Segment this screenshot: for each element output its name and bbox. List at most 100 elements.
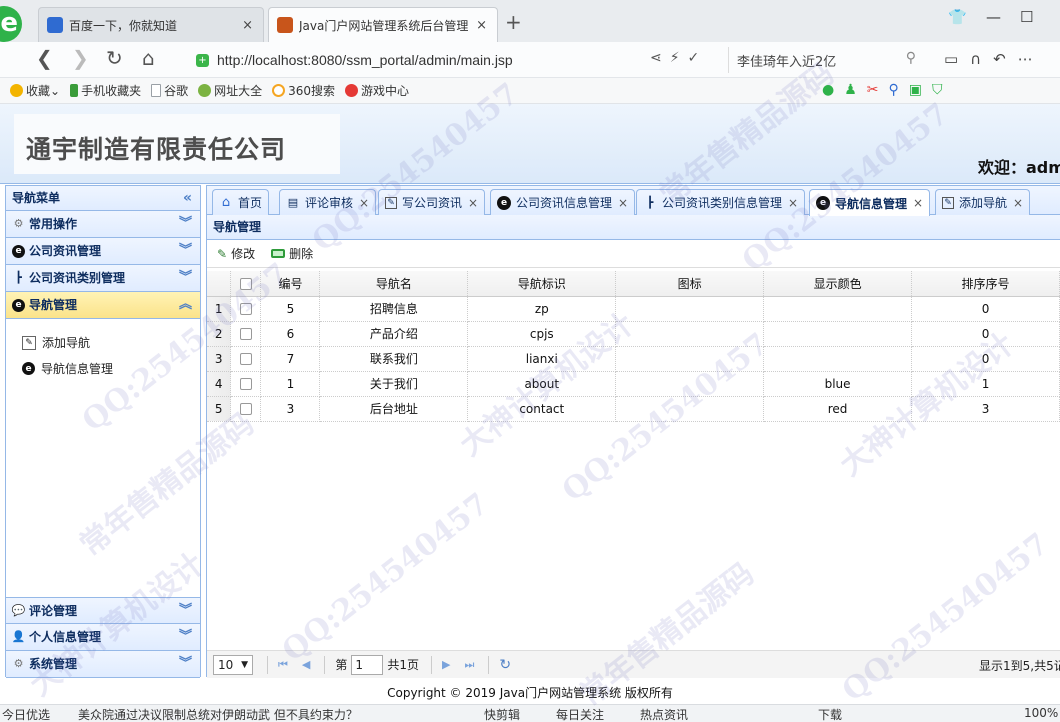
toolbar-icons[interactable]: ▭∩↶⋯ bbox=[944, 50, 1045, 68]
prev-page-icon[interactable]: ◀ bbox=[302, 658, 310, 671]
minimize-icon[interactable]: — bbox=[986, 8, 1001, 26]
row-checkbox[interactable] bbox=[239, 328, 252, 340]
maximize-icon[interactable]: ☐ bbox=[1020, 8, 1033, 26]
select-all-header[interactable] bbox=[230, 271, 262, 297]
bookmark-games[interactable]: 游戏中心 bbox=[345, 82, 409, 99]
row-checkbox[interactable] bbox=[239, 403, 252, 415]
page-number-input[interactable]: 1 bbox=[351, 654, 384, 675]
column-header[interactable]: 编号 bbox=[260, 271, 321, 297]
collapse-left-icon[interactable]: « bbox=[183, 186, 192, 210]
sidebar-item-nav-info[interactable]: e 导航信息管理 bbox=[22, 360, 113, 377]
menu-group-comments[interactable]: 💬 评论管理 ︾ bbox=[6, 597, 200, 624]
column-header[interactable]: 导航名 bbox=[319, 271, 469, 297]
reload-icon[interactable]: ↻ bbox=[106, 46, 123, 70]
tab-nav-info[interactable]: e 导航信息管理 × bbox=[809, 189, 931, 216]
delete-button-label: 删除 bbox=[289, 247, 314, 261]
cell-id: 1 bbox=[260, 371, 321, 397]
tab-comment-review[interactable]: ▤ 评论审核 × bbox=[279, 189, 377, 215]
search-input[interactable]: 李佳琦年入近2亿 ⚲ bbox=[728, 47, 924, 73]
rownum-header bbox=[207, 271, 232, 297]
bookmark-google[interactable]: 谷歌 bbox=[151, 82, 188, 99]
close-icon[interactable]: × bbox=[788, 196, 798, 210]
row-select[interactable] bbox=[230, 396, 262, 422]
status-item-hot[interactable]: 热点资讯 bbox=[640, 706, 688, 722]
column-header[interactable]: 导航标识 bbox=[467, 271, 617, 297]
chevron-down-icon[interactable]: ︾ bbox=[179, 624, 192, 650]
url-text[interactable]: http://localhost:8080/ssm_portal/admin/m… bbox=[217, 52, 513, 68]
table-row[interactable]: 3 7 联系我们 lianxi 0 bbox=[207, 346, 1060, 372]
tab-news-info[interactable]: e 公司资讯信息管理 × bbox=[490, 189, 636, 215]
browser-tab-admin[interactable]: Java门户网站管理系统后台管理 × bbox=[268, 7, 498, 42]
shirt-icon[interactable]: 👕 bbox=[948, 8, 967, 26]
search-icon[interactable]: ⚲ bbox=[906, 50, 916, 66]
menu-group-system[interactable]: ⚙ 系统管理 ︾ bbox=[6, 651, 200, 678]
last-page-icon[interactable]: ⏭ bbox=[465, 658, 475, 672]
share-icon[interactable]: ⋖⚡✓ bbox=[650, 50, 707, 66]
row-checkbox[interactable] bbox=[239, 353, 252, 365]
select-all-checkbox[interactable] bbox=[239, 277, 252, 290]
next-page-icon[interactable]: ▶ bbox=[442, 658, 450, 671]
row-select[interactable] bbox=[230, 346, 262, 372]
status-item-clip[interactable]: 快剪辑 bbox=[484, 706, 520, 722]
forward-icon[interactable]: ❯ bbox=[72, 46, 89, 70]
table-row[interactable]: 2 6 产品介绍 cpjs 0 bbox=[207, 321, 1060, 347]
status-item-daily[interactable]: 每日关注 bbox=[556, 706, 604, 722]
menu-group-common[interactable]: ⚙ 常用操作 ︾ bbox=[6, 211, 200, 238]
column-header[interactable]: 图标 bbox=[615, 271, 765, 297]
tab-news-category-info[interactable]: ┣ 公司资讯类别信息管理 × bbox=[636, 189, 806, 215]
close-icon[interactable]: × bbox=[913, 196, 923, 210]
close-icon[interactable]: × bbox=[242, 18, 253, 33]
column-header[interactable]: 显示颜色 bbox=[763, 271, 913, 297]
status-left[interactable]: 今日优选 bbox=[2, 706, 50, 722]
extension-icons[interactable]: ●♟✂⚲▣⛉ bbox=[822, 82, 953, 98]
bookmark-favorites[interactable]: 收藏 ⌄ bbox=[10, 82, 60, 99]
status-news[interactable]: 美众院通过决议限制总统对伊朗动武 但不具约束力？ bbox=[78, 706, 358, 722]
chevron-down-icon[interactable]: ︾ bbox=[179, 211, 192, 237]
row-checkbox[interactable] bbox=[239, 378, 252, 390]
browser-tab-baidu[interactable]: 百度一下，你就知道 × bbox=[38, 7, 264, 42]
gear-icon: ⚙ bbox=[13, 657, 24, 670]
menu-group-profile[interactable]: 👤 个人信息管理 ︾ bbox=[6, 624, 200, 651]
column-header[interactable]: 排序序号 bbox=[911, 271, 1060, 297]
bookmark-sites[interactable]: 网址大全 bbox=[198, 82, 262, 99]
row-select[interactable] bbox=[230, 321, 262, 347]
cell-color: red bbox=[763, 396, 913, 422]
close-icon[interactable]: × bbox=[476, 18, 487, 33]
menu-group-nav[interactable]: e 导航管理 ︽ bbox=[6, 292, 200, 319]
table-row[interactable]: 5 3 后台地址 contact red 3 bbox=[207, 396, 1060, 422]
first-page-icon[interactable]: ⏮ bbox=[278, 658, 288, 672]
zoom-level[interactable]: 100% bbox=[1024, 706, 1058, 720]
status-download[interactable]: 下载 bbox=[818, 706, 842, 722]
new-tab-button[interactable]: + bbox=[505, 10, 522, 34]
sidebar-item-add-nav[interactable]: ✎ 添加导航 bbox=[22, 334, 90, 351]
edit-button[interactable]: ✎ 修改 bbox=[217, 245, 255, 262]
table-row[interactable]: 1 5 招聘信息 zp 0 bbox=[207, 296, 1060, 322]
back-icon[interactable]: ❮ bbox=[36, 46, 53, 70]
chevron-down-icon[interactable]: ︾ bbox=[179, 598, 192, 624]
chevron-up-icon[interactable]: ︽ bbox=[179, 292, 192, 318]
chevron-down-icon[interactable]: ︾ bbox=[179, 265, 192, 291]
menu-group-news[interactable]: e 公司资讯管理 ︾ bbox=[6, 238, 200, 265]
chevron-down-icon[interactable]: ︾ bbox=[179, 238, 192, 264]
cell-name: 关于我们 bbox=[319, 371, 469, 397]
tab-write-news[interactable]: ✎ 写公司资讯 × bbox=[378, 189, 486, 215]
close-icon[interactable]: × bbox=[468, 196, 478, 210]
page-size-select[interactable]: 10 ▼ bbox=[213, 654, 253, 675]
search-text[interactable]: 李佳琦年入近2亿 bbox=[737, 51, 836, 70]
home-icon[interactable]: ⌂ bbox=[142, 46, 155, 70]
close-icon[interactable]: × bbox=[618, 196, 628, 210]
close-icon[interactable]: × bbox=[1013, 196, 1023, 210]
close-icon[interactable]: × bbox=[359, 196, 369, 210]
table-row[interactable]: 4 1 关于我们 about blue 1 bbox=[207, 371, 1060, 397]
delete-button[interactable]: 删除 bbox=[271, 245, 313, 262]
row-checkbox[interactable] bbox=[239, 303, 252, 315]
tab-add-nav[interactable]: ✎ 添加导航 × bbox=[935, 189, 1031, 215]
refresh-icon[interactable]: ↻ bbox=[499, 657, 511, 673]
tab-home[interactable]: ⌂ 首页 bbox=[212, 189, 270, 215]
chevron-down-icon[interactable]: ︾ bbox=[179, 651, 192, 677]
row-select[interactable] bbox=[230, 296, 262, 322]
menu-group-news-category[interactable]: ┣ 公司资讯类别管理 ︾ bbox=[6, 265, 200, 292]
row-select[interactable] bbox=[230, 371, 262, 397]
bookmark-360[interactable]: 360搜索 bbox=[272, 82, 335, 99]
bookmark-mobile[interactable]: 手机收藏夹 bbox=[70, 82, 141, 99]
